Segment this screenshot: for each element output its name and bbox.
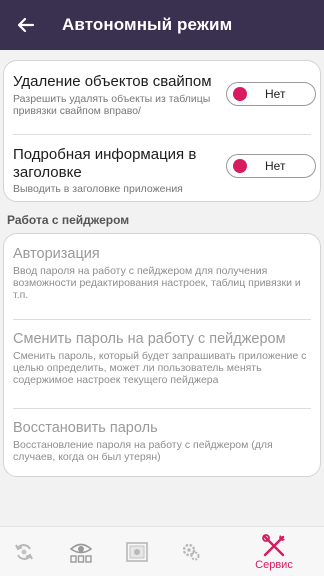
setting-title: Подробная информация в заголовке <box>13 146 196 182</box>
restore-password-item[interactable]: Восстановить пароль Восстановление парол… <box>4 409 320 477</box>
image-icon <box>126 542 148 562</box>
setting-title-line1: Подробная информация в <box>13 146 197 163</box>
toggle-label: Нет <box>265 159 286 173</box>
detailed-header-setting[interactable]: Подробная информация в заголовке Выводит… <box>4 135 320 203</box>
tools-icon <box>262 533 285 556</box>
item-subtitle: Сменить пароль, который будет запрашиват… <box>13 350 307 386</box>
tab-image[interactable] <box>118 527 156 576</box>
sync-icon <box>15 544 33 560</box>
gears-icon <box>182 543 200 561</box>
tab-gears[interactable] <box>172 527 210 576</box>
tab-sync[interactable] <box>5 527 43 576</box>
swipe-delete-toggle[interactable]: Нет <box>226 82 316 106</box>
settings-card: Удаление объектов свайпом Разрешить удал… <box>3 60 321 202</box>
tab-monitoring[interactable] <box>62 527 100 576</box>
detailed-header-toggle[interactable]: Нет <box>226 154 316 178</box>
app-bar: Автономный режим <box>0 0 324 50</box>
change-password-item[interactable]: Сменить пароль на работу с пейджером Сме… <box>4 320 320 408</box>
section-header: Работа с пейджером <box>7 213 130 227</box>
arrow-back-icon <box>17 17 35 33</box>
item-title: Авторизация <box>13 246 100 262</box>
swipe-delete-setting[interactable]: Удаление объектов свайпом Разрешить удал… <box>4 61 320 133</box>
item-title: Сменить пароль на работу с пейджером <box>13 331 286 347</box>
setting-title: Удаление объектов свайпом <box>13 73 212 90</box>
toggle-label: Нет <box>265 87 286 101</box>
back-button[interactable] <box>4 0 48 50</box>
item-subtitle: Ввод пароля на работу с пейджером для по… <box>13 265 301 301</box>
setting-subtitle: Разрешить удалять объекты из таблицы при… <box>13 93 211 117</box>
setting-title-line2: заголовке <box>13 164 82 181</box>
pager-card: Авторизация Ввод пароля на работу с пейд… <box>3 233 321 477</box>
setting-subtitle: Выводить в заголовке приложения <box>13 183 183 195</box>
bottom-navigation: Сервис <box>0 526 324 576</box>
toggle-knob <box>233 159 247 173</box>
item-subtitle: Восстановление пароля на работу с пейдже… <box>13 439 273 463</box>
content-area: Удаление объектов свайпом Разрешить удал… <box>0 50 324 526</box>
tab-service[interactable]: Сервис <box>246 527 302 576</box>
item-title: Восстановить пароль <box>13 420 158 436</box>
toggle-knob <box>233 87 247 101</box>
monitoring-icon <box>69 543 93 563</box>
tab-label: Сервис <box>255 558 293 571</box>
authorization-item[interactable]: Авторизация Ввод пароля на работу с пейд… <box>4 234 320 320</box>
page-title: Автономный режим <box>62 15 233 34</box>
